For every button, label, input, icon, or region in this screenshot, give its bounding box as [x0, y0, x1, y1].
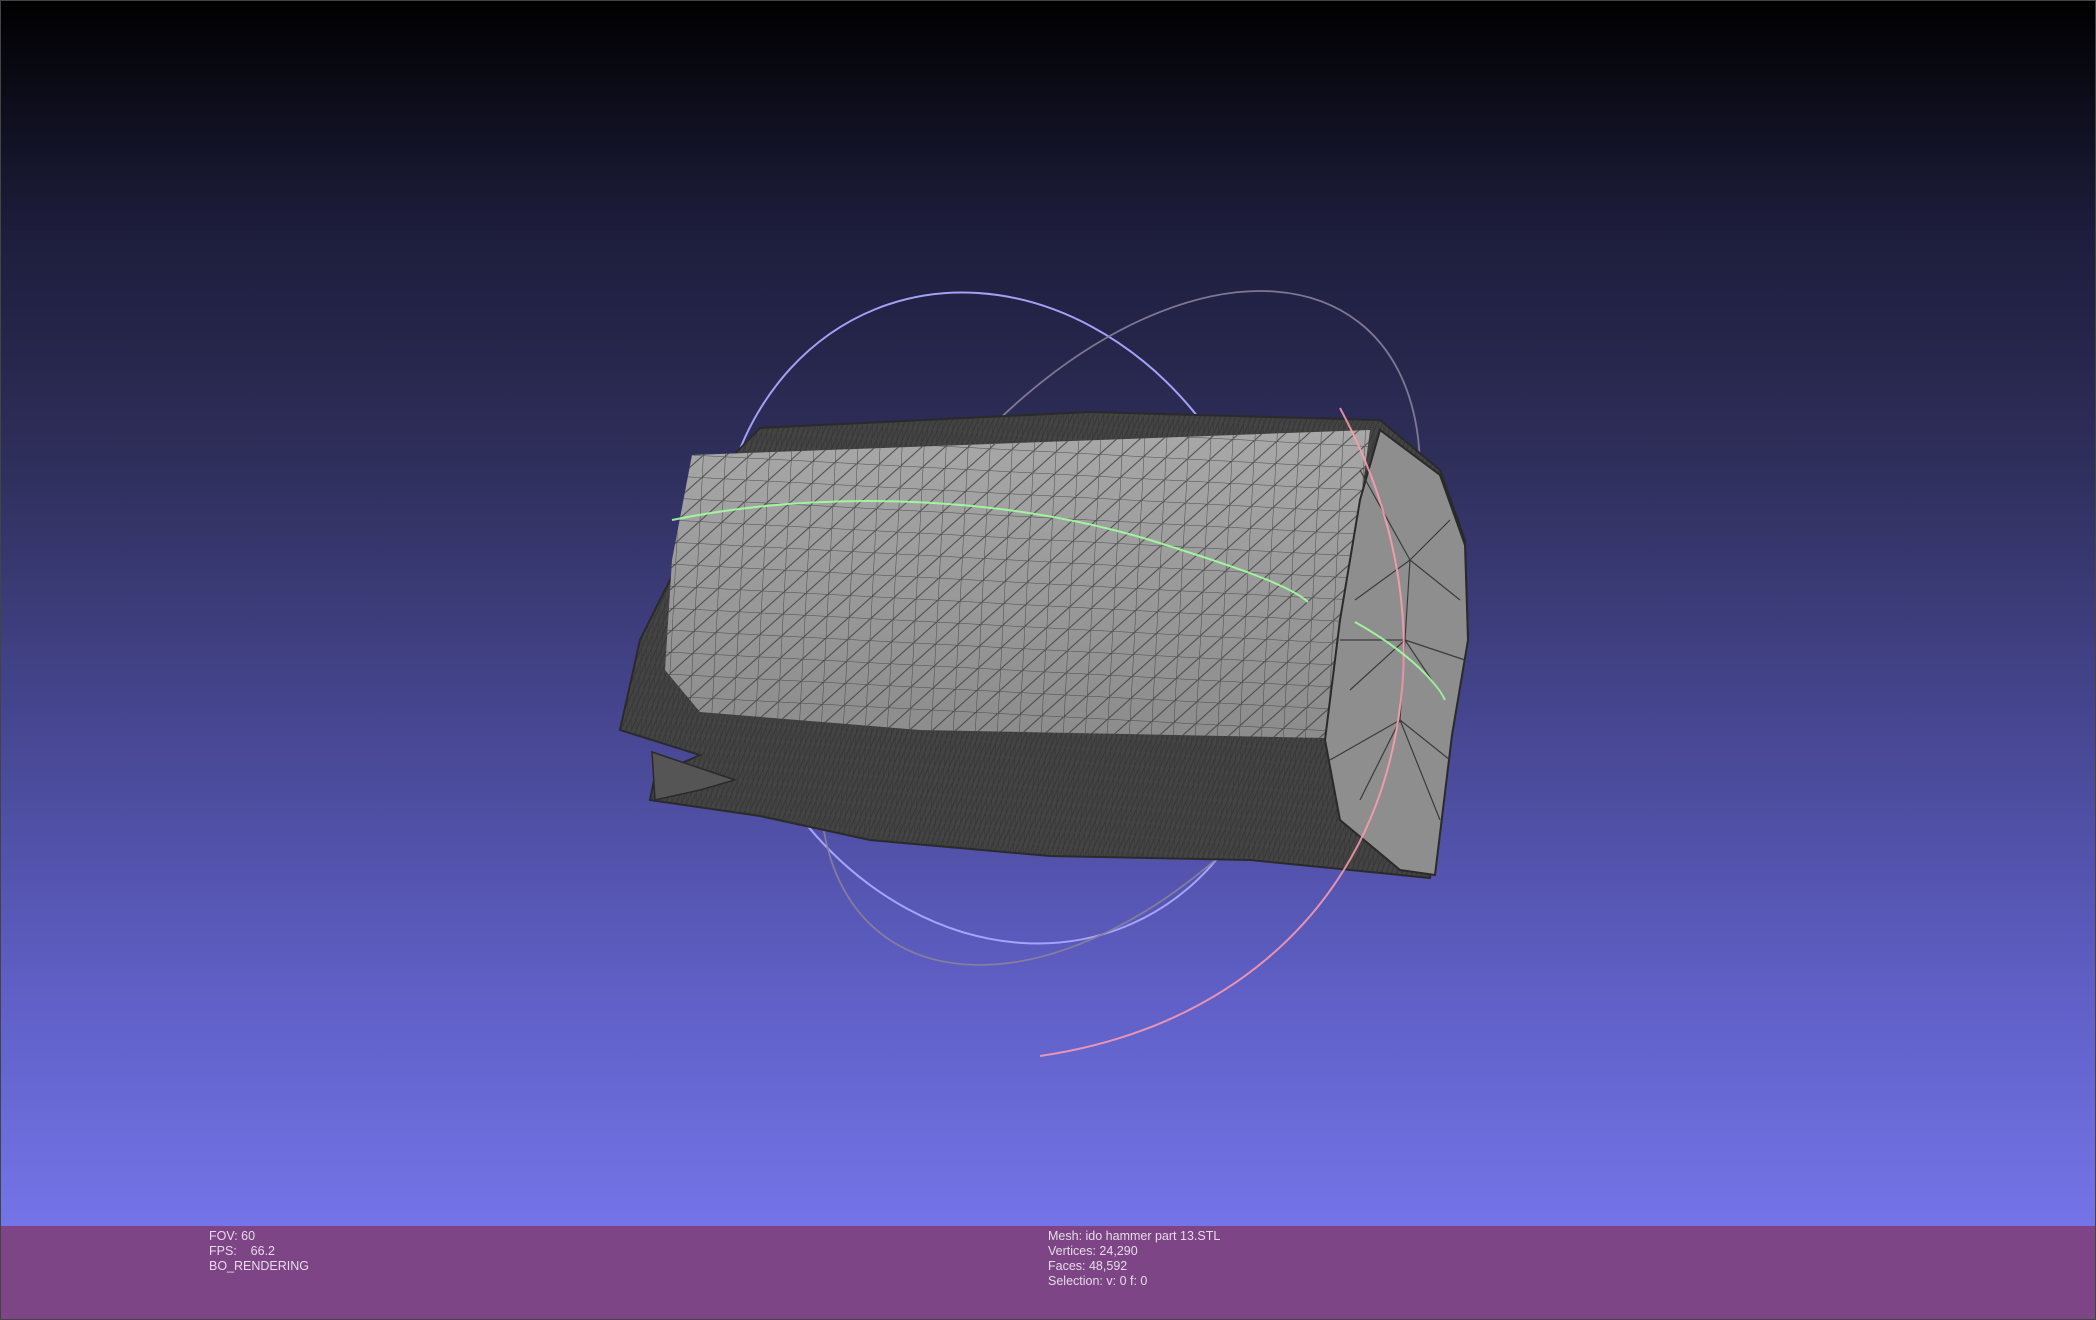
- render-mode-label: BO_RENDERING: [209, 1259, 310, 1273]
- mesh-info: Mesh: ido hammer part 13.STL Vertices: 2…: [1048, 1229, 1220, 1289]
- mesh-scene[interactable]: [0, 0, 2096, 1226]
- fps-label: FPS: 66.2: [209, 1244, 276, 1258]
- render-info: FOV: 60 FPS: 66.2 BO_RENDERING: [209, 1229, 309, 1274]
- vertices-label: Vertices: 24,290: [1048, 1244, 1138, 1258]
- fov-label: FOV: 60: [209, 1229, 256, 1243]
- faces-label: Faces: 48,592: [1048, 1259, 1128, 1273]
- 3d-viewport[interactable]: [0, 0, 2096, 1226]
- info-bar: FOV: 60 FPS: 66.2 BO_RENDERING Mesh: ido…: [0, 1226, 2096, 1320]
- mesh-model[interactable]: [618, 410, 1470, 880]
- selection-label: Selection: v: 0 f: 0: [1048, 1274, 1148, 1288]
- mesh-name-label: Mesh: ido hammer part 13.STL: [1048, 1229, 1221, 1243]
- meshlab-window: FOV: 60 FPS: 66.2 BO_RENDERING Mesh: ido…: [0, 0, 2096, 1320]
